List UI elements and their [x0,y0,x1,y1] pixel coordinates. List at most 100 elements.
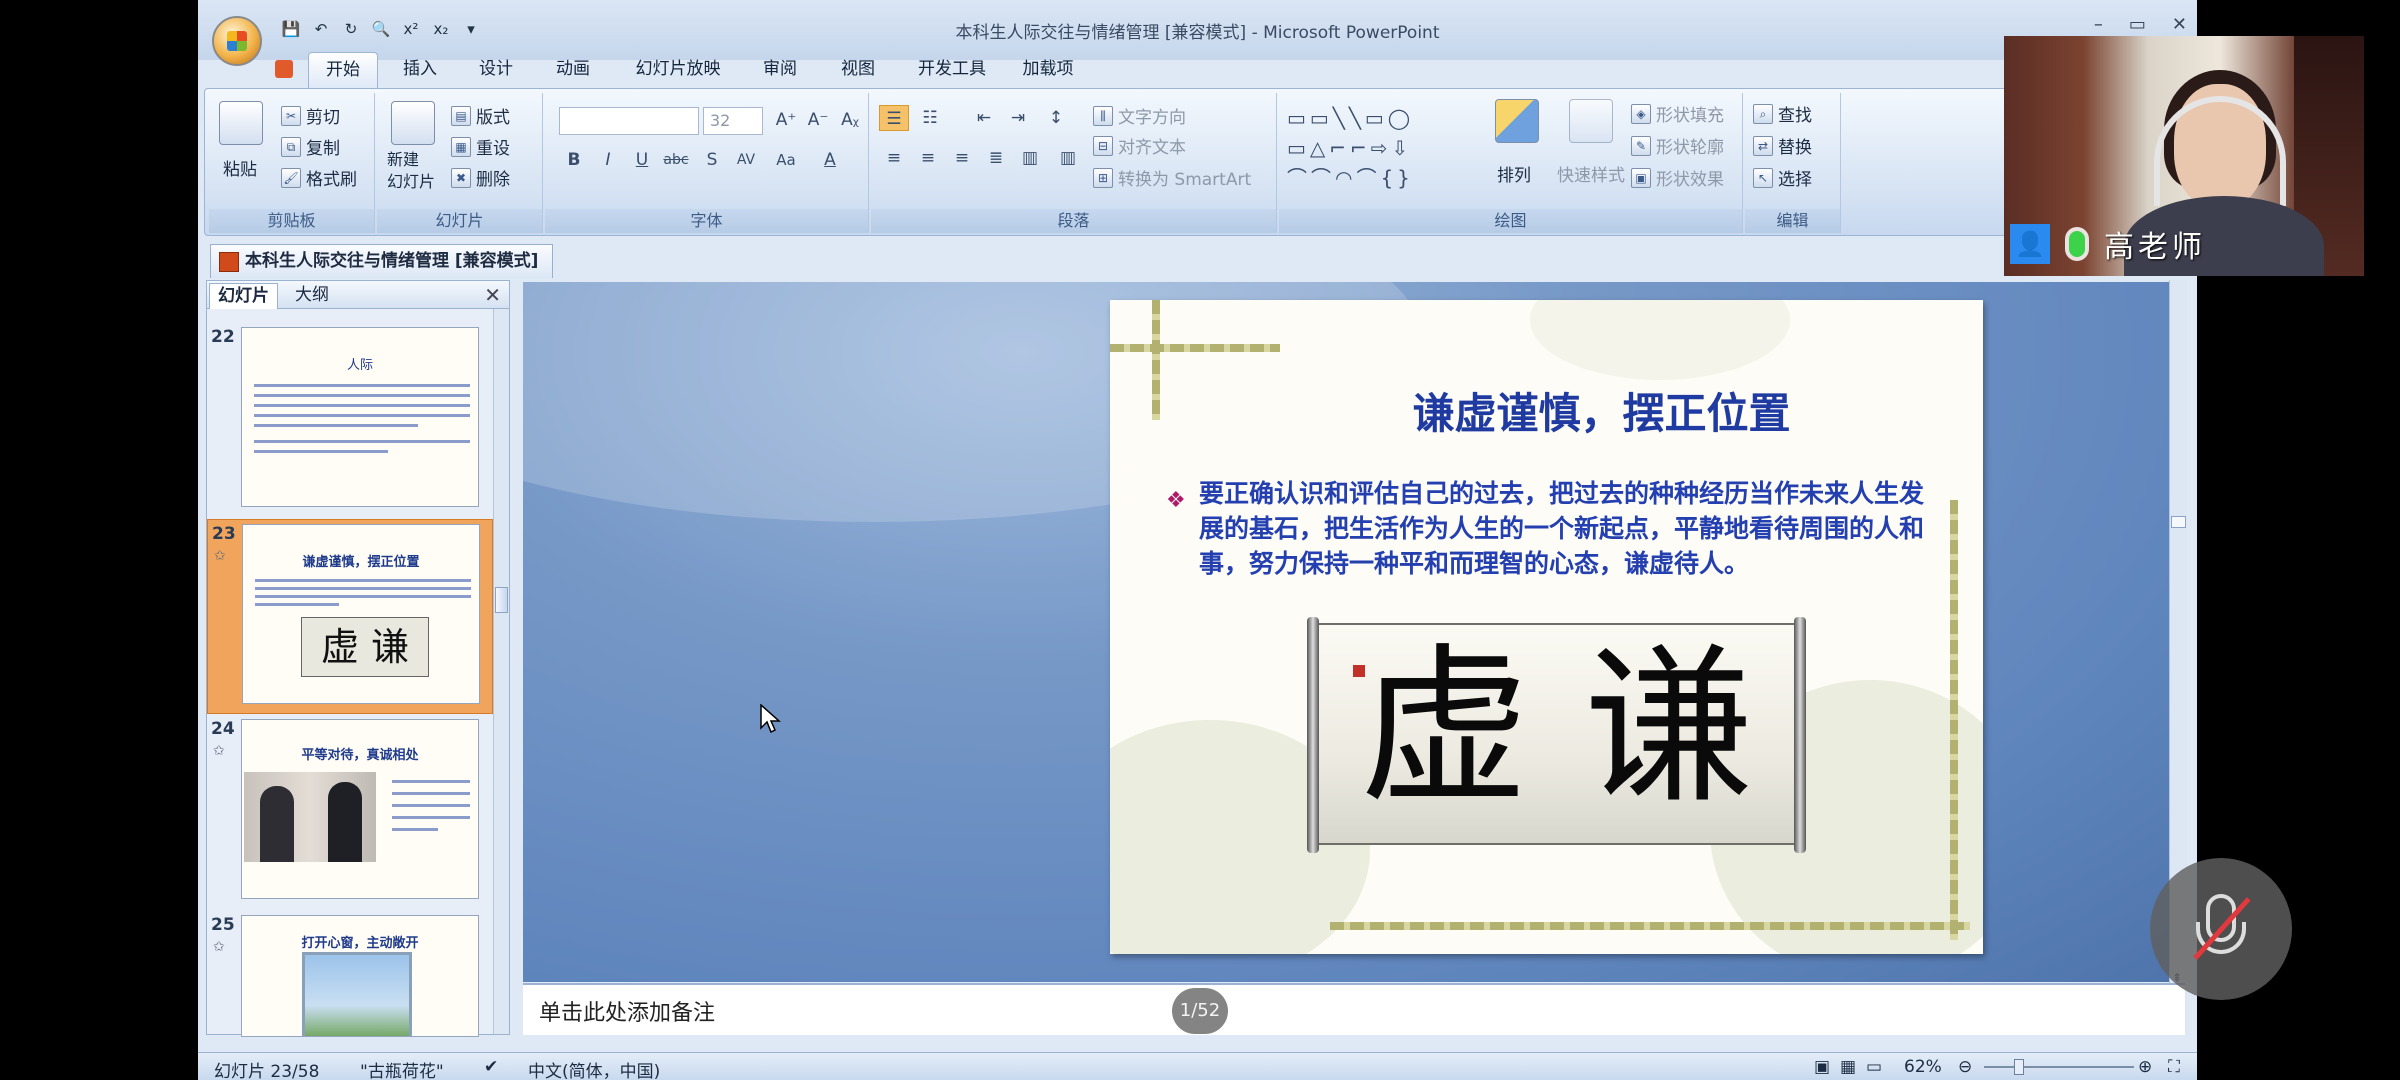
replace-button[interactable]: ⇄ 替换 [1753,133,1812,158]
grow-font-icon[interactable]: A⁺ [771,107,801,133]
scroll-thumb[interactable] [495,587,508,613]
font-name-select[interactable] [559,107,699,135]
font-color-icon[interactable]: A [815,147,845,173]
layout-label: 版式 [476,108,510,128]
bold-icon[interactable]: B [559,147,589,173]
tab-insert[interactable]: 插入 [390,52,450,88]
close-button[interactable]: ✕ [2172,14,2187,35]
normal-view-icon[interactable]: ▣ [1814,1057,1830,1077]
align-text-button[interactable]: ⊟ 对齐文本 [1093,133,1186,158]
distribute-icon[interactable]: ▥ [1015,145,1045,171]
tab-addins[interactable]: 加载项 [1013,52,1083,88]
tab-animations[interactable]: 动画 [543,52,603,88]
justify-icon[interactable]: ≣ [981,145,1011,171]
slide-title[interactable]: 谦虚谨慎，摆正位置 [1110,380,1983,441]
underline-icon[interactable]: U [627,147,657,173]
align-center-icon[interactable]: ≡ [913,145,943,171]
zoom-level[interactable]: 62% [1904,1057,1942,1077]
shadow-icon[interactable]: S [697,147,727,173]
language-status[interactable]: 中文(简体，中国) [528,1057,660,1080]
char-spacing-icon[interactable]: AV [731,147,761,173]
select-button[interactable]: ↖ 选择 [1753,165,1812,190]
numbering-icon[interactable]: ☷ [915,105,945,131]
columns-icon[interactable]: ▥ [1053,145,1083,171]
close-pane-icon[interactable]: ✕ [484,283,501,307]
change-case-icon[interactable]: Aa [771,147,801,173]
thumbnail-scrollbar[interactable] [493,309,509,1034]
new-slide-button[interactable]: 新建 幻灯片 [387,149,435,193]
tab-outline[interactable]: 大纲 [287,283,337,309]
slides-pane: 幻灯片 大纲 ✕ 22 人际 23 ✩ 谦虚谨慎，摆正位置 虚 谦 24 ✩ 平… [206,280,510,1037]
document-tab[interactable]: 本科生人际交往与情绪管理 [兼容模式] [210,244,554,278]
cut-button[interactable]: ✂ 剪切 [281,103,340,128]
office-mini-icon [274,52,294,88]
arrange-button[interactable]: 排列 [1497,161,1531,186]
font-size-select[interactable]: 32 [703,107,763,135]
tab-design[interactable]: 设计 [466,52,526,88]
zoom-slider[interactable] [1984,1066,2134,1068]
thumbnail-22[interactable]: 22 人际 [207,323,493,518]
calligraphy-scroll-image[interactable]: 虚 谦 [1307,617,1806,853]
smartart-button[interactable]: ⊞ 转换为 SmartArt [1093,165,1251,190]
clear-format-icon[interactable]: Aᵪ [835,107,865,133]
thumbnail-25[interactable]: 25 ✩ 打开心窗，主动敞开 [207,911,493,1037]
notes-pane[interactable]: 单击此处添加备注 [523,983,2185,1035]
copy-icon: ⧉ [281,136,301,157]
align-text-label: 对齐文本 [1118,138,1186,158]
slideshow-view-icon[interactable]: ▭ [1866,1057,1882,1077]
thumbnail-24[interactable]: 24 ✩ 平等对待，真诚相处 [207,715,493,910]
fit-window-icon[interactable]: ⛶ [2168,1057,2180,1077]
bullets-icon[interactable]: ☰ [879,105,909,131]
zoom-slider-handle[interactable] [2014,1059,2024,1075]
shrink-font-icon[interactable]: A⁻ [803,107,833,133]
shape-fill-button[interactable]: ◈ 形状填充 [1631,101,1724,126]
text-direction-button[interactable]: ⫼ 文字方向 [1093,103,1186,128]
format-painter-button[interactable]: 🖌 格式刷 [281,165,357,190]
line-spacing-icon[interactable]: ↕ [1041,105,1071,131]
paste-button[interactable]: 粘贴 [223,155,257,180]
paste-icon[interactable] [219,101,263,145]
title-bar: 💾 ↶ ↻ 🔍 x² x₂ ▾ 本科生人际交往与情绪管理 [兼容模式] - Mi… [198,0,2197,66]
tab-slides[interactable]: 幻灯片 [209,283,278,309]
layout-button[interactable]: ▤ 版式 [451,103,510,128]
tab-slideshow[interactable]: 幻灯片放映 [628,52,728,88]
shape-effects-button[interactable]: ▣ 形状效果 [1631,165,1724,190]
tab-review[interactable]: 审阅 [750,52,810,88]
zoom-in-icon[interactable]: ⊕ [2138,1057,2152,1077]
quick-styles-icon[interactable] [1569,99,1613,143]
new-slide-icon[interactable] [391,101,435,145]
slide-sorter-icon[interactable]: ▦ [1840,1057,1856,1077]
shape-outline-button[interactable]: ✎ 形状轮廓 [1631,133,1724,158]
thumbnail-23[interactable]: 23 ✩ 谦虚谨慎，摆正位置 虚 谦 [207,519,493,714]
arrange-icon[interactable] [1495,99,1539,143]
increase-indent-icon[interactable]: ⇥ [1003,105,1033,131]
pointer-icon: ↖ [1753,167,1773,188]
quick-styles-button[interactable]: 快速样式 [1557,161,1625,186]
current-slide[interactable]: 谦虚谨慎，摆正位置 ❖ 要正确认识和评估自己的过去，把过去的种种经历当作未来人生… [1110,300,1983,954]
tab-view[interactable]: 视图 [828,52,888,88]
handshake-photo [244,772,376,862]
strikethrough-icon[interactable]: abc [661,147,691,173]
align-right-icon[interactable]: ≡ [947,145,977,171]
copy-button[interactable]: ⧉ 复制 [281,134,340,159]
mute-microphone-button[interactable] [2150,858,2292,1000]
scroll-thumb[interactable] [2171,516,2186,528]
align-left-icon[interactable]: ≡ [879,145,909,171]
spellcheck-icon[interactable]: ✔ [484,1057,498,1077]
italic-icon[interactable]: I [593,147,623,173]
tab-developer[interactable]: 开发工具 [910,52,994,88]
zoom-out-icon[interactable]: ⊖ [1958,1057,1972,1077]
delete-button[interactable]: ✖ 删除 [451,165,510,190]
shapes-gallery[interactable]: ▭▭╲╲▭◯ ▭△⌐⌐⇨⇩ ⌒⌒◠⌒{} [1287,103,1471,193]
find-button[interactable]: ⌕ 查找 [1753,101,1812,126]
scissors-icon: ✂ [281,105,301,126]
tab-home[interactable]: 开始 [308,52,378,88]
slide-body-text[interactable]: 要正确认识和评估自己的过去，把过去的种种经历当作未来人生发展的基石，把生活作为人… [1199,476,1944,581]
window-picture [302,952,412,1036]
decrease-indent-icon[interactable]: ⇤ [969,105,999,131]
speaker-name: 高老师 [2104,230,2206,265]
notes-placeholder[interactable]: 单击此处添加备注 [539,995,715,1027]
restore-button[interactable]: ▭ [2129,14,2146,35]
reset-button[interactable]: ▦ 重设 [451,134,510,159]
minimize-button[interactable]: – [2094,14,2103,35]
